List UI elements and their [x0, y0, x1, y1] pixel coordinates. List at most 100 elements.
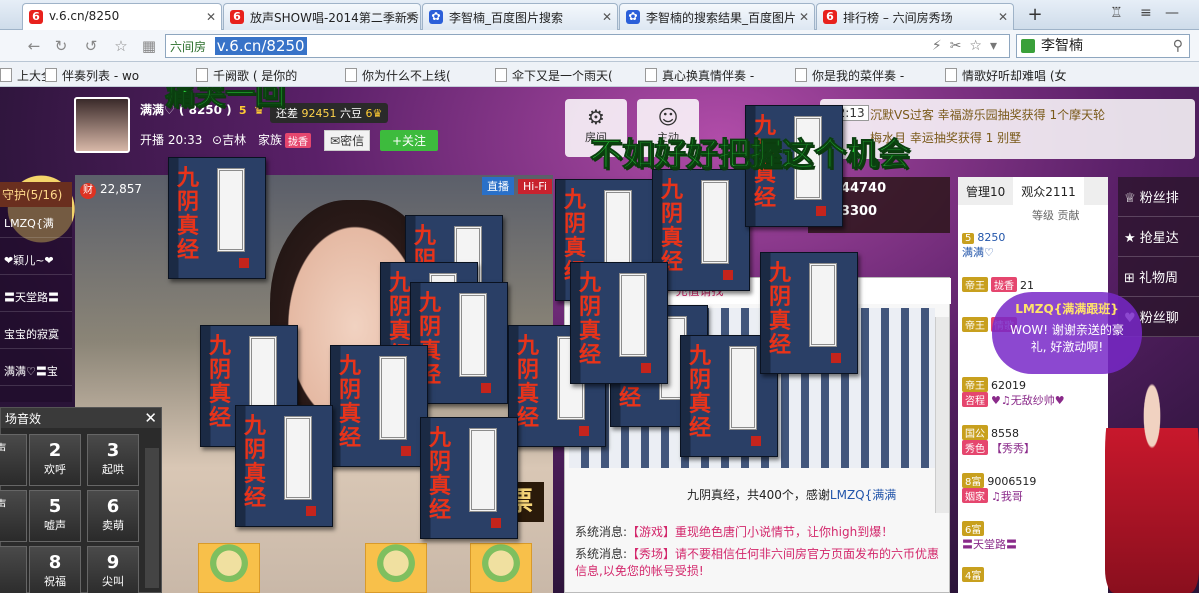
chat-scrollbar[interactable] — [935, 317, 949, 513]
close-tab-icon[interactable]: ✕ — [799, 10, 809, 24]
sound-key-scream[interactable]: 9 尖叫 — [87, 546, 139, 593]
tab-label: 李智楠的搜索结果_百度图片 — [646, 11, 797, 25]
level-badge: 4富 — [962, 567, 985, 582]
skin-icon[interactable]: ♖ — [1110, 5, 1123, 21]
sound-key-cute[interactable]: 6 卖萌 — [87, 490, 139, 542]
new-tab-button[interactable]: + — [1018, 4, 1052, 28]
open-time: 开播 20:33 — [140, 133, 203, 147]
audience-row[interactable]: 帝王 62019 咨程 ♥♫无敌纱帅♥ — [962, 377, 1104, 408]
user-id: 21 — [1020, 279, 1034, 292]
audience-row[interactable]: 国公 8558 秀色 【秀秀】 — [962, 425, 1104, 456]
audience-row[interactable]: 帝王 拢香 21 — [962, 277, 1104, 292]
bookmark-item[interactable]: 情歌好听却难唱 (女 — [945, 67, 1067, 84]
tab-manage[interactable]: 管理10 — [958, 177, 1013, 206]
guard-item[interactable]: LMZQ{满 — [0, 208, 72, 238]
bookmark-item[interactable]: 千阙歌 ( 是你的 — [196, 67, 297, 84]
guard-item[interactable]: 宝宝的寂寞 — [0, 319, 72, 349]
host-avatar[interactable] — [74, 97, 130, 153]
gift-cake-icon[interactable] — [198, 543, 260, 593]
close-tab-icon[interactable]: ✕ — [998, 10, 1008, 24]
close-tab-icon[interactable]: ✕ — [405, 10, 415, 24]
search-engine-icon[interactable] — [1021, 39, 1035, 53]
stream-tags: 直播 Hi-Fi — [482, 177, 556, 195]
bookmark-item[interactable]: 你是我的菜伴奏 - — [795, 67, 904, 84]
nav-star[interactable]: ★ 抢星达 — [1118, 217, 1199, 257]
bookmark-item[interactable]: 真心换真情伴奏 - — [645, 67, 754, 84]
nav-label: 抢星达 — [1139, 231, 1179, 246]
book-label — [809, 263, 837, 347]
apps-grid-icon[interactable]: ▦ — [140, 37, 158, 55]
tab-audience[interactable]: 观众2111 — [1013, 177, 1084, 206]
back-icon[interactable]: ← — [25, 37, 43, 55]
gap-value: 92451 — [301, 107, 337, 120]
ticker-line-1[interactable]: 沉默VS过客 幸福游乐园抽奖获得 1个摩天轮 — [870, 106, 1105, 123]
tab-baidu-images[interactable]: ✿ 李智楠_百度图片搜索 ✕ — [422, 3, 618, 30]
gift-cake-icon[interactable] — [365, 543, 427, 593]
sound-scrollbar[interactable] — [145, 448, 159, 588]
key-num: 9 — [106, 552, 120, 573]
audience-row[interactable]: 5 8250 满满♡ — [962, 231, 1104, 260]
audience-row[interactable]: 8富 9006519 姻家 ♫我哥 — [962, 473, 1104, 504]
search-icon[interactable]: ⚲ — [1173, 35, 1183, 57]
system-message: 系统消息:【秀场】请不要相信任何非六间房官方页面发布的六币优惠信息,以免您的帐号… — [575, 545, 945, 579]
crown-icon: ♕ — [1124, 191, 1136, 206]
tab-show-sing[interactable]: 6 放声SHOW唱-2014第二季新秀 ✕ — [223, 3, 421, 30]
sound-key-bless[interactable]: 8 祝福 — [29, 546, 81, 593]
audience-row[interactable]: 6富 〓天堂路〓 — [962, 521, 1104, 552]
gift-cake-icon[interactable] — [470, 543, 532, 593]
audience-row[interactable]: 4富 — [962, 567, 1104, 582]
sound-key-hoot[interactable]: 3 起哄 — [87, 434, 139, 486]
menu-icon[interactable]: ≡ — [1140, 5, 1152, 21]
sys-link[interactable]: 【游戏】重现绝色唐门小说情节，让你high到爆！ — [627, 525, 893, 539]
nav-fan-rank[interactable]: ♕ 粉丝排 — [1118, 177, 1199, 217]
baidu-paw-icon: ✿ — [626, 10, 640, 24]
sys-label: 系统消息: — [575, 525, 628, 539]
bookmark-item[interactable]: 伴奏列表 - wo — [45, 67, 139, 84]
gift-icon: ⊞ — [1124, 271, 1135, 286]
star-icon[interactable]: ☆ — [112, 37, 130, 55]
bookmark-item[interactable]: 你为什么不上线( — [345, 67, 451, 84]
minimize-icon[interactable]: — — [1165, 5, 1179, 21]
msg-user[interactable]: LMZQ{满满 — [830, 488, 896, 502]
book-title: 九阴真经 — [769, 260, 792, 358]
key-num: 2 — [48, 440, 62, 461]
mascot-girl-image — [1105, 357, 1199, 593]
book-title: 九阴真经 — [661, 177, 684, 275]
msg-label: 密信 — [340, 134, 365, 148]
key-num: 5 — [48, 496, 62, 517]
close-tab-icon[interactable]: ✕ — [602, 10, 612, 24]
sound-key[interactable]: 声 — [0, 434, 27, 486]
key-label: 卖萌 — [102, 519, 124, 532]
close-tab-icon[interactable]: ✕ — [206, 10, 216, 24]
search-input[interactable]: 李智楠 ⚲ — [1016, 34, 1190, 58]
follow-button[interactable]: +关注 — [380, 130, 439, 151]
address-input[interactable]: 六间房 v.6.cn/8250 ⚡✂☆▾ — [165, 34, 1010, 58]
family-badge[interactable]: 拢香 — [285, 133, 311, 148]
guard-item[interactable]: 〓天堂路〓 — [0, 282, 72, 312]
undo-icon[interactable]: ↺ — [82, 37, 100, 55]
close-icon[interactable]: ✕ — [144, 409, 157, 427]
address-tools[interactable]: ⚡✂☆▾ — [932, 35, 1005, 57]
sound-key[interactable] — [0, 546, 27, 593]
bookmark-item[interactable]: 伞下又是一个雨天( — [495, 67, 613, 84]
book-title: 九阴真经 — [429, 425, 452, 523]
refresh-icon[interactable]: ↻ — [52, 37, 70, 55]
nav-gift-week[interactable]: ⊞ 礼物周 — [1118, 257, 1199, 297]
tab-v6-8250[interactable]: 6 v.6.cn/8250 ✕ — [22, 3, 222, 31]
sound-key-cheer[interactable]: 2 欢呼 — [29, 434, 81, 486]
book-label — [701, 180, 729, 264]
tab-ranking[interactable]: 6 排行榜 – 六间房秀场 ✕ — [816, 3, 1014, 30]
sys-link[interactable]: 【秀场】请不要相信任何非六间房官方页面发布的六币优惠信息,以免您的帐号受损! — [575, 547, 939, 578]
tab-baidu-results[interactable]: ✿ 李智楠的搜索结果_百度图片 ✕ — [619, 3, 815, 30]
sound-key-boo[interactable]: 5 嘘声 — [29, 490, 81, 542]
private-message-button[interactable]: ✉密信 — [324, 130, 371, 151]
book-seal — [831, 353, 841, 363]
location-text: 吉林 — [222, 133, 247, 147]
book-seal — [641, 363, 651, 373]
guard-item[interactable]: 满满♡〓宝 — [0, 356, 72, 386]
book-label — [469, 428, 497, 512]
user-name: 【秀秀】 — [991, 442, 1035, 455]
user-id: 9006519 — [987, 475, 1037, 488]
guard-item[interactable]: ❤颖儿~❤ — [0, 245, 72, 275]
sound-key[interactable]: 声 — [0, 490, 27, 542]
